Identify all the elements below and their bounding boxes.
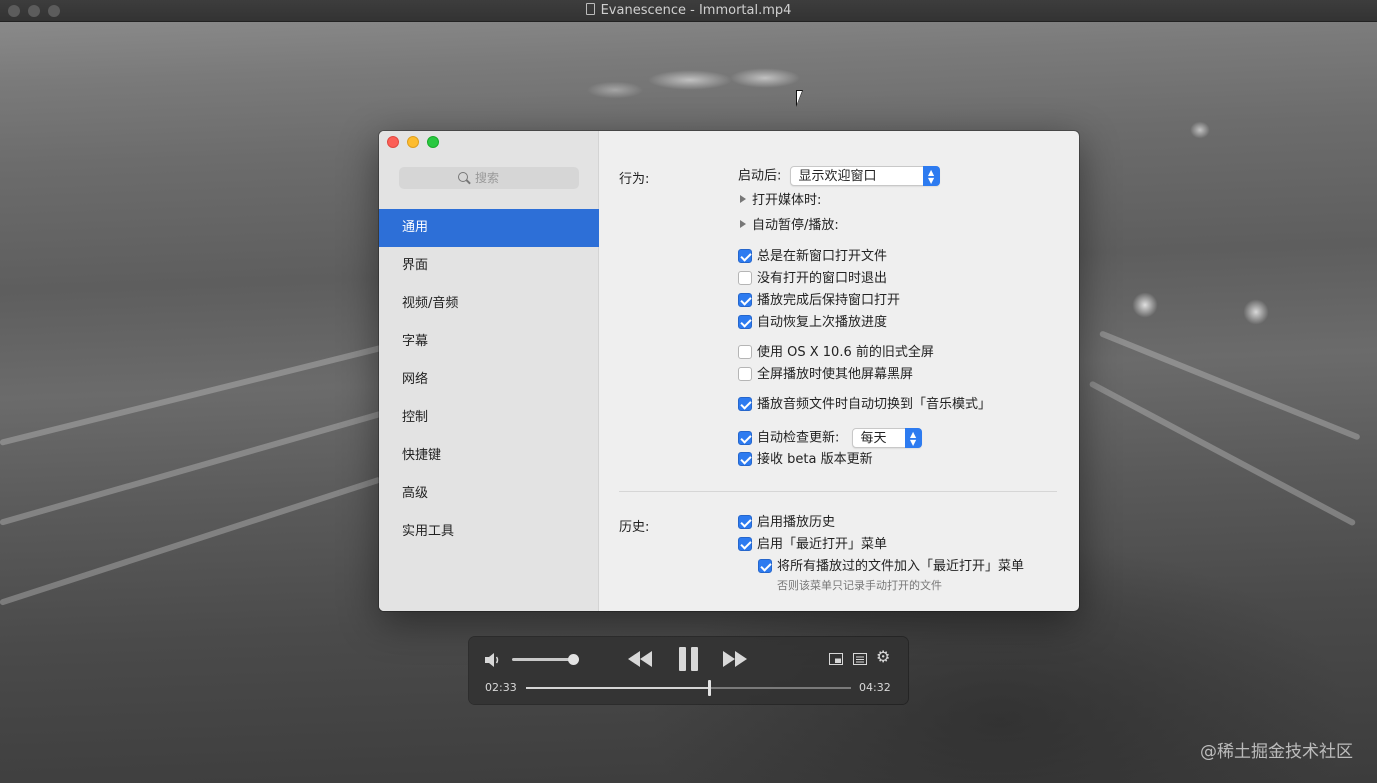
disclosure-triangle-icon[interactable] xyxy=(740,195,746,203)
option-label: 使用 OS X 10.6 前的旧式全屏 xyxy=(757,345,934,360)
seek-bar-progress xyxy=(526,687,709,689)
option-row[interactable]: 播放音频文件时自动切换到「音乐模式」 xyxy=(738,396,991,414)
sidebar-item-general[interactable]: 通用 xyxy=(379,209,599,247)
option-row[interactable]: 全屏播放时使其他屏幕黑屏 xyxy=(738,366,913,384)
checkbox-unchecked[interactable] xyxy=(738,271,752,285)
sidebar-item-subtitles[interactable]: 字幕 xyxy=(379,323,599,361)
volume-slider[interactable] xyxy=(512,658,574,661)
option-row[interactable]: 没有打开的窗口时退出 xyxy=(738,270,887,288)
option-label: 播放音频文件时自动切换到「音乐模式」 xyxy=(757,397,992,412)
option-label: 全屏播放时使其他屏幕黑屏 xyxy=(757,367,914,382)
option-row[interactable]: 总是在新窗口打开文件 xyxy=(738,248,887,266)
option-label: 自动恢复上次播放进度 xyxy=(757,315,888,330)
preferences-window: 搜索 通用 界面 视频/音频 字幕 网络 控制 快捷键 高级 实用工具 行为: … xyxy=(379,131,1079,611)
option-label: 播放完成后保持窗口打开 xyxy=(757,293,901,308)
on-open-media-row[interactable]: 打开媒体时: xyxy=(740,192,821,210)
picture-in-picture-icon[interactable] xyxy=(829,653,843,665)
volume-knob[interactable] xyxy=(568,654,579,665)
checkbox-checked[interactable] xyxy=(738,397,752,411)
on-open-media-label: 打开媒体时: xyxy=(752,193,822,208)
on-launch-row: 启动后: 显示欢迎窗口 ▲ ▼ xyxy=(738,166,940,186)
option-row[interactable]: 自动恢复上次播放进度 xyxy=(738,314,887,332)
credit-watermark: @稀土掘金技术社区 xyxy=(1200,742,1353,762)
on-launch-label: 启动后: xyxy=(738,168,782,184)
search-icon xyxy=(458,172,468,182)
checkbox-checked[interactable] xyxy=(738,249,752,263)
sidebar-nav: 通用 界面 视频/音频 字幕 网络 控制 快捷键 高级 实用工具 xyxy=(379,209,599,551)
sidebar-item-ui[interactable]: 界面 xyxy=(379,247,599,285)
option-label: 将所有播放过的文件加入「最近打开」菜单 xyxy=(777,559,1025,574)
checkbox-checked[interactable] xyxy=(738,515,752,529)
disclosure-triangle-icon[interactable] xyxy=(740,220,746,228)
auto-update-row[interactable]: 自动检查更新: 每天 ▲ ▼ xyxy=(738,428,922,448)
preferences-content: 行为: 启动后: 显示欢迎窗口 ▲ ▼ 打开媒体时: 自动暂停/播放: 总是在新窗… xyxy=(599,131,1079,611)
option-label: 自动检查更新: xyxy=(757,430,840,446)
fast-forward-icon[interactable] xyxy=(723,651,749,667)
elapsed-time: 02:33 xyxy=(485,681,517,694)
on-launch-select[interactable]: 显示欢迎窗口 ▲ ▼ xyxy=(789,166,940,186)
chevron-updown-icon: ▲ ▼ xyxy=(922,166,940,186)
gear-icon[interactable]: ⚙ xyxy=(876,649,890,665)
sidebar-item-utilities[interactable]: 实用工具 xyxy=(379,513,599,551)
window-title: Evanescence - Immortal.mp4 xyxy=(0,3,1377,18)
checkbox-checked[interactable] xyxy=(738,315,752,329)
update-frequency-select[interactable]: 每天 ▲ ▼ xyxy=(851,428,922,448)
option-row[interactable]: 播放完成后保持窗口打开 xyxy=(738,292,900,310)
main-titlebar: Evanescence - Immortal.mp4 xyxy=(0,0,1377,22)
sidebar-item-shortcuts[interactable]: 快捷键 xyxy=(379,437,599,475)
mouse-cursor-icon xyxy=(796,90,803,107)
option-label: 总是在新窗口打开文件 xyxy=(757,249,888,264)
seek-bar[interactable] xyxy=(526,680,851,696)
prefs-minimize-button[interactable] xyxy=(407,136,419,148)
option-label: 没有打开的窗口时退出 xyxy=(757,271,888,286)
option-row[interactable]: 将所有播放过的文件加入「最近打开」菜单 xyxy=(758,558,1024,576)
checkbox-checked[interactable] xyxy=(738,293,752,307)
preferences-sidebar: 搜索 通用 界面 视频/音频 字幕 网络 控制 快捷键 高级 实用工具 xyxy=(379,131,599,611)
auto-pause-row[interactable]: 自动暂停/播放: xyxy=(740,217,839,235)
document-icon xyxy=(585,3,595,15)
sidebar-item-control[interactable]: 控制 xyxy=(379,399,599,437)
behavior-section-label: 行为: xyxy=(619,172,650,187)
seek-knob[interactable] xyxy=(707,680,711,696)
option-row[interactable]: 启用播放历史 xyxy=(738,514,835,532)
prefs-zoom-button[interactable] xyxy=(427,136,439,148)
search-placeholder: 搜索 xyxy=(475,171,500,185)
volume-icon[interactable] xyxy=(484,652,502,668)
option-row[interactable]: 使用 OS X 10.6 前的旧式全屏 xyxy=(738,344,934,362)
option-row[interactable]: 接收 beta 版本更新 xyxy=(738,451,873,469)
total-time: 04:32 xyxy=(859,681,891,694)
search-input[interactable]: 搜索 xyxy=(399,167,579,189)
window-title-text: Evanescence - Immortal.mp4 xyxy=(600,3,792,18)
auto-pause-label: 自动暂停/播放: xyxy=(752,218,839,233)
history-section-label: 历史: xyxy=(619,520,650,535)
update-frequency-value: 每天 xyxy=(860,431,887,446)
option-label: 启用「最近打开」菜单 xyxy=(757,537,888,552)
section-divider xyxy=(619,491,1057,492)
history-hint: 否则该菜单只记录手动打开的文件 xyxy=(777,579,942,592)
checkbox-checked[interactable] xyxy=(738,452,752,466)
option-label: 启用播放历史 xyxy=(757,515,836,530)
prefs-close-button[interactable] xyxy=(387,136,399,148)
checkbox-unchecked[interactable] xyxy=(738,367,752,381)
checkbox-checked[interactable] xyxy=(758,559,772,573)
pause-icon[interactable] xyxy=(679,647,699,671)
option-label: 接收 beta 版本更新 xyxy=(757,452,873,467)
playlist-icon[interactable] xyxy=(853,653,867,665)
chevron-updown-icon: ▲ ▼ xyxy=(904,428,922,448)
checkbox-checked[interactable] xyxy=(738,537,752,551)
option-row[interactable]: 启用「最近打开」菜单 xyxy=(738,536,887,554)
checkbox-checked[interactable] xyxy=(738,430,752,445)
checkbox-unchecked[interactable] xyxy=(738,345,752,359)
player-controls: ⚙ 02:33 04:32 xyxy=(469,637,908,704)
rewind-icon[interactable] xyxy=(628,651,654,667)
sidebar-item-video-audio[interactable]: 视频/音频 xyxy=(379,285,599,323)
sidebar-item-advanced[interactable]: 高级 xyxy=(379,475,599,513)
on-launch-value: 显示欢迎窗口 xyxy=(798,169,877,184)
sidebar-item-network[interactable]: 网络 xyxy=(379,361,599,399)
